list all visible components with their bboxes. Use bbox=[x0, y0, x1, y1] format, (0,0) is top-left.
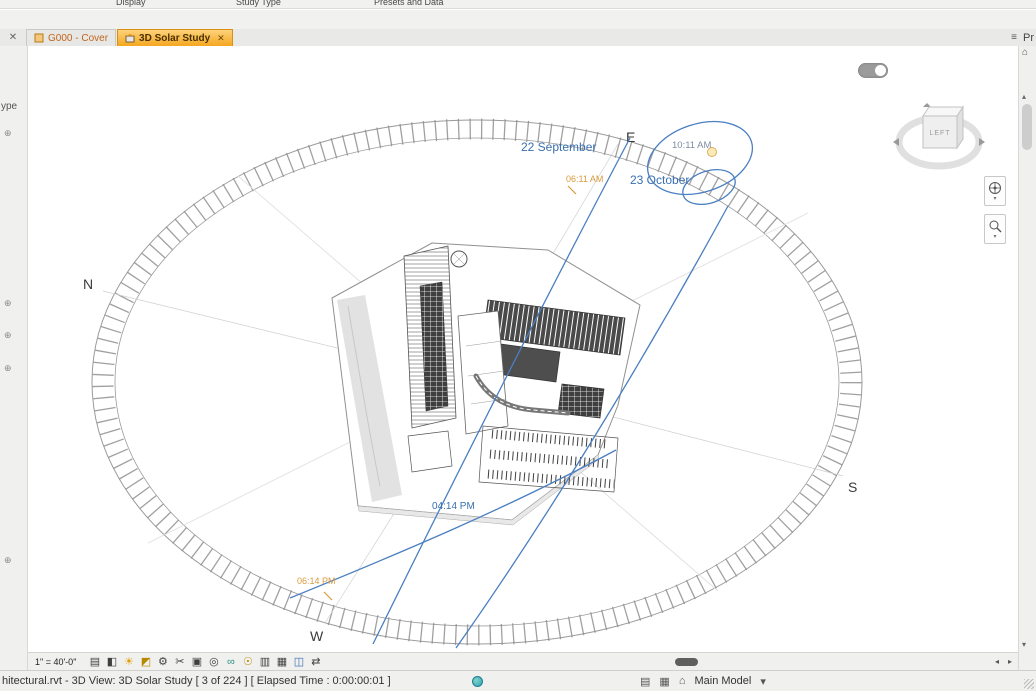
temporary-hide-isolate-button[interactable]: ∞ bbox=[222, 656, 239, 668]
tab-3d-solar-study[interactable]: 3D Solar Study ✕ bbox=[117, 29, 233, 46]
drawing-canvas[interactable]: N E S W 22 September 23 October 10:11 AM… bbox=[28, 46, 1018, 670]
steering-wheel-icon bbox=[989, 181, 1001, 194]
compass-west-label: W bbox=[310, 628, 324, 644]
ribbon-lower-area bbox=[0, 10, 1036, 29]
close-icon[interactable]: ✕ bbox=[0, 29, 26, 46]
scroll-up-icon[interactable]: ▴ bbox=[1022, 92, 1026, 101]
time-label-1011am[interactable]: 10:11 AM bbox=[672, 140, 712, 151]
sunrise-tick bbox=[567, 185, 577, 195]
view-tab-bar: ✕ G000 - Cover 3D Solar Study ✕ ≡ Pr bbox=[0, 29, 1036, 46]
left-panel-rail: ype ⊕ ⊕ ⊕ ⊕ ⊕ bbox=[0, 46, 28, 670]
view-scale-button[interactable]: 1" = 40'-0" bbox=[32, 655, 79, 668]
status-bar: hitectural.rvt - 3D View: 3D Solar Study… bbox=[0, 670, 1036, 691]
vertical-scrollbar-thumb[interactable] bbox=[1022, 104, 1032, 150]
sun-path-button[interactable]: ☀ bbox=[120, 655, 137, 668]
editable-items-icon[interactable]: ▤ bbox=[640, 675, 650, 688]
temporary-view-properties-button[interactable]: ▥ bbox=[256, 655, 273, 668]
revit-window: Display Study Type Presets and Data ✕ G0… bbox=[0, 0, 1036, 691]
close-tab-icon[interactable]: ✕ bbox=[217, 33, 225, 44]
anchor-icon[interactable]: ⊕ bbox=[4, 363, 12, 374]
reveal-hidden-button[interactable]: ☉ bbox=[239, 655, 256, 668]
zoom-button[interactable]: ▾ bbox=[984, 214, 1006, 244]
low-building[interactable] bbox=[407, 430, 453, 473]
chevron-down-icon: ▾ bbox=[993, 195, 997, 202]
tab-overflow-icon[interactable]: ≡ bbox=[1011, 32, 1017, 43]
compass-north-label: N bbox=[83, 276, 93, 292]
toggle-switch[interactable] bbox=[858, 63, 888, 78]
ribbon-panel-display: Display bbox=[116, 0, 146, 7]
time-label-0611am[interactable]: 06:11 AM bbox=[566, 174, 603, 184]
time-label-0414pm[interactable]: 04:14 PM bbox=[432, 501, 475, 512]
view-lock-button[interactable]: ◎ bbox=[205, 655, 222, 668]
right-panel-rail: ⌂ ▴ ▾ bbox=[1018, 46, 1036, 670]
viewcube-face-label[interactable]: LEFT bbox=[929, 130, 950, 137]
chevron-down-icon: ▾ bbox=[993, 233, 997, 240]
viewcube-top-face[interactable] bbox=[922, 106, 964, 117]
properties-home-icon[interactable]: ⌂ bbox=[1022, 47, 1028, 58]
type-selector-label: ype bbox=[1, 101, 18, 112]
anchor-icon[interactable]: ⊕ bbox=[4, 555, 12, 566]
rendering-dialog-button[interactable]: ⚙ bbox=[154, 655, 171, 668]
anchor-icon[interactable]: ⊕ bbox=[4, 330, 12, 341]
time-label-0614pm[interactable]: 06:14 PM bbox=[297, 576, 336, 586]
tab-label: 3D Solar Study bbox=[139, 32, 211, 44]
crop-region-button[interactable]: ▣ bbox=[188, 655, 205, 668]
view-control-bar: 1" = 40'-0" ▤ ◧ ☀ ◩ ⚙ ✂ ▣ ◎ ∞ ☉ ▥ ▦ ◫ ⇄ … bbox=[28, 652, 1018, 670]
solar-study-drawing[interactable]: N E S W 22 September 23 October 10:11 AM… bbox=[28, 46, 1018, 652]
anchor-icon[interactable]: ⊕ bbox=[4, 128, 12, 139]
navigation-bar: ▾ ▾ bbox=[984, 176, 1006, 244]
ribbon-panel-presets: Presets and Data bbox=[374, 0, 444, 7]
ribbon: Display Study Type Presets and Data bbox=[0, 0, 1036, 9]
status-text: hitectural.rvt - 3D View: 3D Solar Study… bbox=[2, 675, 391, 687]
active-workset-label[interactable]: Main Model bbox=[694, 675, 751, 687]
compass-south-label: S bbox=[848, 479, 857, 495]
displacement-sets-button[interactable]: ◫ bbox=[290, 655, 307, 668]
resize-grip[interactable] bbox=[1024, 679, 1034, 689]
toggle-knob bbox=[875, 65, 886, 76]
chevron-down-icon[interactable]: ▾ bbox=[760, 675, 766, 688]
steering-wheel-button[interactable]: ▾ bbox=[984, 176, 1006, 206]
ribbon-panel-study-type: Study Type bbox=[236, 0, 281, 7]
shadows-button[interactable]: ◩ bbox=[137, 655, 154, 668]
analytical-model-button[interactable]: ▦ bbox=[273, 655, 290, 668]
scroll-down-icon[interactable]: ▾ bbox=[1022, 640, 1026, 649]
3d-view-drawing-area[interactable]: N E S W 22 September 23 October 10:11 AM… bbox=[28, 46, 1018, 652]
viewcube-orbit-icon[interactable] bbox=[923, 103, 931, 107]
date-label-october[interactable]: 23 October bbox=[630, 173, 689, 187]
sheet-icon bbox=[34, 33, 44, 43]
visual-style-button[interactable]: ◧ bbox=[103, 655, 120, 668]
properties-panel-label: Pr bbox=[1023, 31, 1034, 44]
crop-view-button[interactable]: ✂ bbox=[171, 655, 188, 668]
anchor-icon[interactable]: ⊕ bbox=[4, 298, 12, 309]
zoom-icon bbox=[989, 220, 1002, 232]
viewcube[interactable]: LEFT bbox=[893, 94, 985, 172]
horizontal-scrollbar-thumb[interactable] bbox=[675, 658, 698, 666]
worksets-icon[interactable]: ⌂ bbox=[679, 675, 686, 687]
3d-view-icon bbox=[125, 34, 135, 43]
sync-status-icon[interactable] bbox=[472, 676, 483, 687]
tab-label: G000 - Cover bbox=[48, 32, 109, 44]
building-model[interactable] bbox=[331, 242, 641, 526]
scroll-right-icon[interactable]: ▸ bbox=[1005, 657, 1015, 666]
worksharing-display-icon[interactable]: ▦ bbox=[659, 675, 669, 688]
scroll-left-icon[interactable]: ◂ bbox=[992, 657, 1002, 666]
sunset-tick bbox=[323, 591, 333, 601]
reveal-constraints-button[interactable]: ⇄ bbox=[307, 655, 324, 668]
detail-level-button[interactable]: ▤ bbox=[86, 655, 103, 668]
date-label-september[interactable]: 22 September bbox=[521, 140, 596, 154]
tab-g000-cover[interactable]: G000 - Cover bbox=[26, 29, 117, 46]
